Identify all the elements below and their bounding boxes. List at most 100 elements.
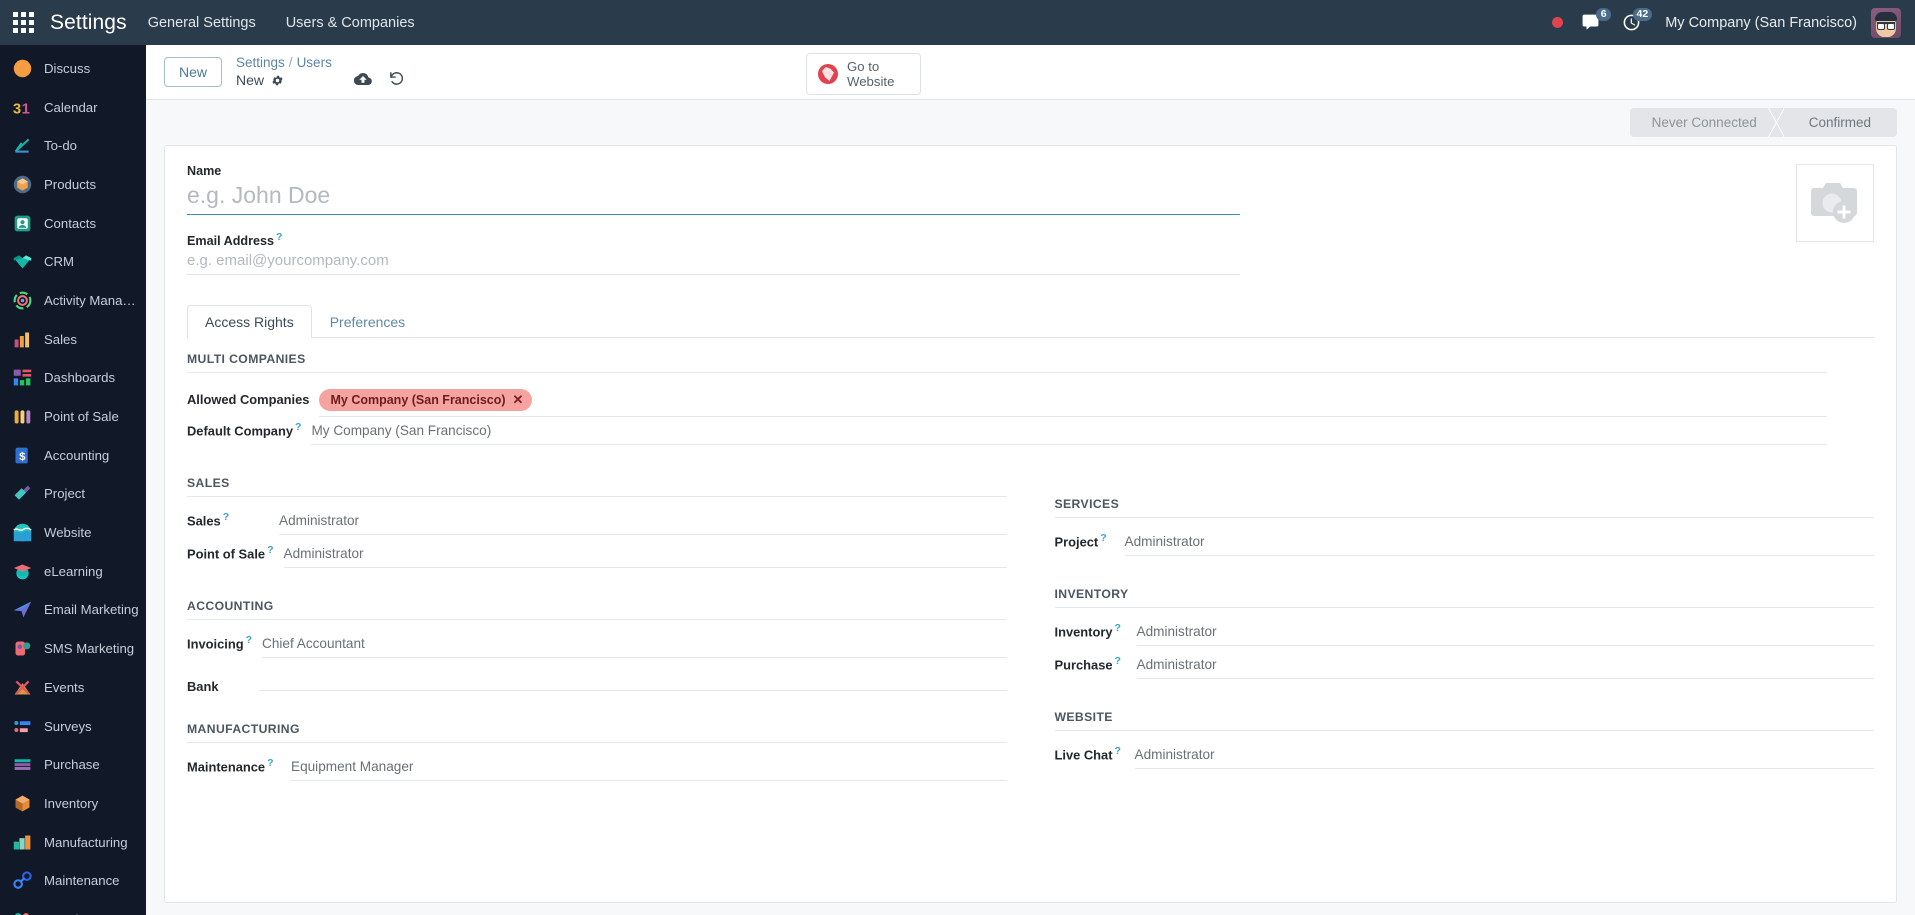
recording-indicator-icon[interactable] bbox=[1552, 17, 1564, 28]
status-segment-confirmed[interactable]: Confirmed bbox=[1783, 108, 1897, 137]
activities-button[interactable]: 42 bbox=[1616, 0, 1655, 45]
avatar-hair bbox=[1875, 11, 1897, 21]
sidebar-item-point-of-sale[interactable]: Point of Sale bbox=[0, 397, 146, 436]
sidebar-item-to-do[interactable]: To-do bbox=[0, 126, 146, 165]
sales-label: Sales? bbox=[187, 511, 279, 528]
app-brand-title[interactable]: Settings bbox=[46, 11, 133, 35]
breadcrumb-item-settings[interactable]: Settings bbox=[236, 55, 285, 70]
user-avatar[interactable] bbox=[1871, 7, 1901, 38]
sidebar-item-manufacturing[interactable]: Manufacturing bbox=[0, 823, 146, 862]
sidebar-item-products[interactable]: Products bbox=[0, 165, 146, 204]
events-icon bbox=[12, 677, 33, 698]
email-help-icon[interactable]: ? bbox=[276, 231, 282, 243]
new-record-button[interactable]: New bbox=[164, 57, 223, 87]
discard-undo-icon[interactable] bbox=[388, 70, 405, 87]
field-label-text: Live Chat bbox=[1054, 747, 1113, 763]
sidebar-item-maintenance[interactable]: Maintenance bbox=[0, 861, 146, 900]
field-label-text: Bank bbox=[187, 679, 219, 695]
sidebar-item-project[interactable]: Project bbox=[0, 475, 146, 514]
avatar-glasses bbox=[1877, 21, 1895, 30]
sidebar-item-dashboards[interactable]: Dashboards bbox=[0, 359, 146, 398]
save-cloud-icon[interactable] bbox=[353, 70, 372, 88]
point-of-sale-icon bbox=[12, 406, 33, 427]
maintenance-help-icon[interactable]: ? bbox=[267, 757, 273, 769]
default-company-help-icon[interactable]: ? bbox=[295, 421, 301, 433]
messages-button[interactable]: 6 bbox=[1575, 0, 1614, 45]
tab-preferences[interactable]: Preferences bbox=[312, 305, 423, 338]
elearning-icon bbox=[12, 561, 33, 582]
tab-access-rights[interactable]: Access Rights bbox=[187, 305, 312, 339]
menu-users-and-companies[interactable]: Users & Companies bbox=[271, 0, 430, 45]
avatar-upload-placeholder[interactable] bbox=[1796, 164, 1874, 242]
company-switcher[interactable]: My Company (San Francisco) bbox=[1657, 15, 1869, 31]
apps-menu-button[interactable] bbox=[0, 0, 46, 45]
live-chat-value[interactable]: Administrator bbox=[1134, 743, 1874, 770]
activity-manager-icon bbox=[12, 290, 33, 311]
maintenance-icon bbox=[12, 870, 33, 891]
email-input[interactable] bbox=[187, 249, 1240, 276]
project-help-icon[interactable]: ? bbox=[1100, 532, 1106, 544]
sidebar-item-repairs[interactable]: Repairs bbox=[0, 900, 146, 915]
sales-icon bbox=[12, 329, 33, 350]
group-website: WEBSITE Live Chat? Administrator bbox=[1054, 710, 1874, 774]
invoicing-help-icon[interactable]: ? bbox=[246, 634, 252, 646]
sidebar-item-accounting[interactable]: $ Accounting bbox=[0, 436, 146, 475]
purchase-value[interactable]: Administrator bbox=[1136, 653, 1874, 680]
sidebar-item-website[interactable]: Website bbox=[0, 513, 146, 552]
point-of-sale-help-icon[interactable]: ? bbox=[267, 544, 273, 556]
accounting-icon: $ bbox=[12, 445, 33, 466]
default-company-value[interactable]: My Company (San Francisco) bbox=[311, 419, 1827, 446]
sidebar-item-events[interactable]: Events bbox=[0, 668, 146, 707]
purchase-help-icon[interactable]: ? bbox=[1115, 655, 1121, 667]
name-label: Name bbox=[187, 164, 222, 178]
field-label-text: Project bbox=[1054, 534, 1099, 550]
go-to-website-button[interactable]: Go to Website bbox=[806, 53, 921, 95]
breadcrumb: Settings / Users New bbox=[236, 55, 332, 89]
sidebar-item-email-marketing[interactable]: Email Marketing bbox=[0, 591, 146, 630]
sidebar-item-sales[interactable]: Sales bbox=[0, 320, 146, 359]
purchase-label: Purchase? bbox=[1055, 655, 1137, 672]
maintenance-value[interactable]: Equipment Manager bbox=[291, 755, 1007, 782]
sales-value[interactable]: Administrator bbox=[279, 509, 1007, 536]
breadcrumb-item-users[interactable]: Users bbox=[297, 55, 332, 70]
form-groups: MULTI COMPANIES Allowed Companies My Com… bbox=[187, 338, 1874, 812]
sidebar-item-activity-mana[interactable]: Activity Mana… bbox=[0, 281, 146, 320]
sidebar-item-surveys[interactable]: Surveys bbox=[0, 707, 146, 746]
menu-general-settings[interactable]: General Settings bbox=[133, 0, 271, 45]
bank-label: Bank bbox=[187, 679, 259, 694]
company-tag[interactable]: My Company (San Francisco) ✕ bbox=[319, 389, 533, 412]
sidebar-item-label: Project bbox=[44, 486, 86, 502]
status-segment-never-connected[interactable]: Never Connected bbox=[1630, 108, 1784, 137]
sidebar-item-contacts[interactable]: Contacts bbox=[0, 204, 146, 243]
sidebar-item-calendar[interactable]: 3 1 Calendar bbox=[0, 88, 146, 127]
globe-icon bbox=[818, 64, 838, 84]
project-value[interactable]: Administrator bbox=[1124, 530, 1874, 557]
sidebar-item-elearning[interactable]: eLearning bbox=[0, 552, 146, 591]
live-chat-help-icon[interactable]: ? bbox=[1115, 745, 1121, 757]
live-chat-label: Live Chat? bbox=[1055, 745, 1135, 762]
sidebar-item-discuss[interactable]: Discuss bbox=[0, 49, 146, 88]
field-label-text: Purchase bbox=[1054, 657, 1113, 673]
inventory-value[interactable]: Administrator bbox=[1136, 620, 1874, 647]
sidebar-item-inventory[interactable]: Inventory bbox=[0, 784, 146, 823]
sidebar-item-purchase[interactable]: Purchase bbox=[0, 745, 146, 784]
inventory-row: Inventory? Administrator bbox=[1055, 620, 1874, 651]
notebook-tabs: Access Rights Preferences bbox=[187, 305, 1874, 339]
bank-value[interactable] bbox=[259, 665, 1007, 692]
products-icon bbox=[12, 174, 33, 195]
manufacturing-icon bbox=[12, 832, 33, 853]
discuss-icon bbox=[12, 58, 33, 79]
allowed-companies-value[interactable]: My Company (San Francisco) ✕ bbox=[319, 385, 1827, 418]
sales-row: Sales? Administrator bbox=[187, 509, 1007, 540]
sidebar-item-sms-marketing[interactable]: SMS Marketing bbox=[0, 629, 146, 668]
name-input[interactable] bbox=[187, 179, 1240, 215]
sidebar-item-label: Email Marketing bbox=[44, 602, 139, 618]
sales-help-icon[interactable]: ? bbox=[223, 511, 229, 523]
company-tag-remove-icon[interactable]: ✕ bbox=[513, 392, 524, 408]
inventory-icon bbox=[12, 793, 33, 814]
invoicing-value[interactable]: Chief Accountant bbox=[262, 632, 1007, 659]
point-of-sale-value[interactable]: Administrator bbox=[283, 542, 1007, 569]
gear-icon[interactable] bbox=[271, 74, 284, 87]
inventory-help-icon[interactable]: ? bbox=[1115, 622, 1121, 634]
sidebar-item-crm[interactable]: CRM bbox=[0, 242, 146, 281]
